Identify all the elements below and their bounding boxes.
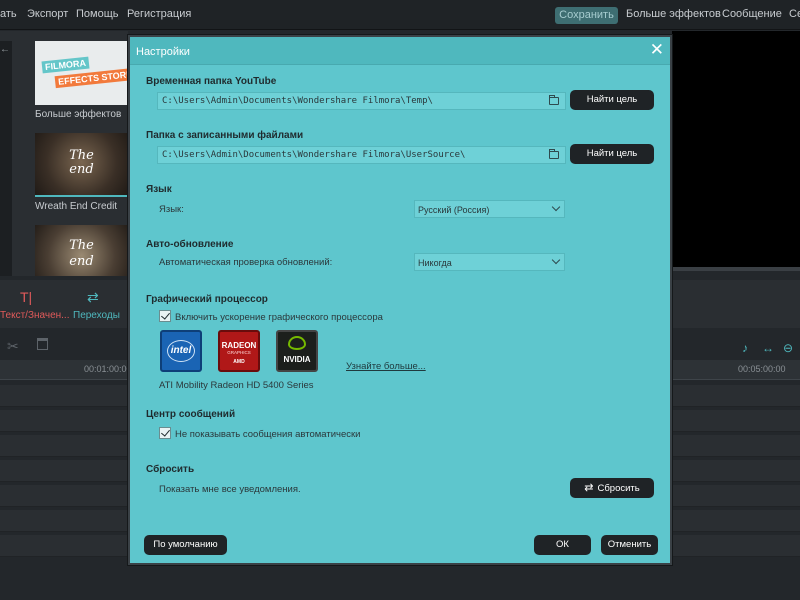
gpu-acceleration-label[interactable]: Включить ускорение графического процессо… (175, 312, 383, 323)
text-tool-label[interactable]: Текст/Значен... (0, 310, 70, 321)
thumbnail-text: FILMORA (41, 56, 90, 74)
reset-label: Показать мне все уведомления. (159, 484, 301, 495)
intel-logo: intel (160, 330, 202, 372)
close-icon[interactable]: ✕ (650, 41, 664, 59)
thumbnail-end-credit-2[interactable]: The end (35, 225, 128, 276)
scissors-icon[interactable]: ✂ (7, 338, 19, 355)
preview-scrubber[interactable] (672, 267, 800, 271)
learn-more-link[interactable]: Узнайте больше... (346, 361, 426, 372)
radeon-logo-text: RADEON (221, 341, 257, 350)
dialog-titlebar[interactable]: Настройки ✕ (130, 37, 670, 65)
settings-dialog: Настройки ✕ Временная папка YouTube C:\U… (128, 35, 672, 565)
language-label: Язык: (159, 204, 184, 215)
library-side-strip (0, 41, 12, 276)
thumbnail-label: Wreath End Credit (35, 201, 118, 212)
section-title-recorded: Папка с записанными файлами (146, 130, 304, 141)
menu-item-overflow[interactable]: Се (789, 8, 800, 20)
ok-button[interactable]: ОК (534, 535, 591, 555)
back-arrow-icon[interactable]: ← (0, 44, 10, 55)
preview-viewer (672, 31, 800, 267)
section-title-gpu: Графический процессор (146, 294, 268, 305)
menu-item-help[interactable]: Помощь (76, 8, 119, 20)
update-label: Автоматическая проверка обновлений: (159, 257, 333, 268)
nvidia-logo: NVIDIA (276, 330, 318, 372)
youtube-path-value: C:\Users\Admin\Documents\Wondershare Fil… (162, 96, 433, 106)
youtube-find-button[interactable]: Найти цель (570, 90, 654, 110)
language-dropdown[interactable]: Русский (Россия) (414, 200, 565, 218)
reset-button-label: Сбросить (597, 483, 640, 494)
language-value: Русский (Россия) (418, 205, 490, 215)
menu-item-file[interactable]: ать (0, 8, 17, 20)
thumbnail-wreath-end-credit[interactable]: The end (35, 133, 128, 197)
fit-timeline-icon[interactable]: ↔ (762, 341, 774, 355)
radeon-logo-subtext: GRAPHICS (227, 350, 251, 355)
gpu-acceleration-checkbox[interactable] (159, 310, 171, 322)
recorded-path-value: C:\Users\Admin\Documents\Wondershare Fil… (162, 150, 466, 160)
app-menubar: ать Экспорт Помощь Регистрация Сохранить… (0, 0, 800, 30)
cancel-button[interactable]: Отменить (601, 535, 658, 555)
radeon-logo: RADEON GRAPHICS AMD (218, 330, 260, 372)
text-tool-icon[interactable]: T| (20, 289, 32, 305)
thumbnail-text: end (69, 254, 94, 269)
recorded-find-button[interactable]: Найти цель (570, 144, 654, 164)
transitions-icon[interactable]: ⇄ (87, 289, 99, 306)
thumbnail-text: The (69, 238, 94, 253)
audio-mixer-icon[interactable]: ♪ (742, 341, 748, 355)
ruler-timestamp: 00:05:00:00 (738, 364, 786, 374)
menu-item-register[interactable]: Регистрация (127, 8, 191, 20)
update-dropdown[interactable]: Никогда (414, 253, 565, 271)
thumbnail-text: end (69, 162, 94, 177)
folder-icon[interactable] (549, 149, 559, 159)
default-button[interactable]: По умолчанию (144, 535, 227, 555)
thumbnail-label: Больше эффектов (35, 109, 122, 120)
update-value: Никогда (418, 258, 452, 268)
recorded-path-field[interactable]: C:\Users\Admin\Documents\Wondershare Fil… (157, 146, 566, 164)
nvidia-eye-icon (288, 336, 306, 350)
section-title-messages: Центр сообщений (146, 409, 236, 420)
section-title-reset: Сбросить (146, 464, 195, 475)
intel-logo-text: intel (170, 345, 192, 356)
hide-messages-label[interactable]: Не показывать сообщения автоматически (175, 429, 360, 440)
menu-item-messages[interactable]: Сообщение (722, 8, 782, 20)
folder-icon[interactable] (549, 95, 559, 105)
thumbnail-text: The (69, 148, 94, 163)
chevron-down-icon (551, 202, 561, 212)
chevron-down-icon (551, 255, 561, 265)
thumbnail-effects-store[interactable]: FILMORA EFFECTS STORE (35, 41, 128, 105)
zoom-out-icon[interactable]: ⊖ (783, 341, 793, 355)
dialog-title: Настройки (136, 46, 190, 58)
transitions-label[interactable]: Переходы (73, 310, 120, 321)
youtube-path-field[interactable]: C:\Users\Admin\Documents\Wondershare Fil… (157, 92, 566, 110)
radeon-logo-brand: AMD (233, 359, 245, 365)
hide-messages-checkbox[interactable] (159, 427, 171, 439)
ruler-timestamp: 00:01:00:00 (84, 364, 132, 374)
save-project-button[interactable]: Сохранить (555, 7, 618, 24)
section-title-update: Авто-обновление (146, 239, 234, 250)
menu-item-more-effects[interactable]: Больше эффектов (626, 8, 721, 20)
gpu-device-name: ATI Mobility Radeon HD 5400 Series (159, 380, 314, 391)
section-title-language: Язык (146, 184, 172, 195)
refresh-icon: ⇄ (584, 482, 594, 494)
menu-item-export[interactable]: Экспорт (27, 8, 68, 20)
reset-button[interactable]: ⇄ Сбросить (570, 478, 654, 498)
section-title-youtube: Временная папка YouTube (146, 76, 277, 87)
nvidia-logo-text: NVIDIA (283, 355, 311, 364)
thumbnail-selection-bar (35, 195, 128, 197)
trash-icon[interactable] (37, 338, 48, 350)
